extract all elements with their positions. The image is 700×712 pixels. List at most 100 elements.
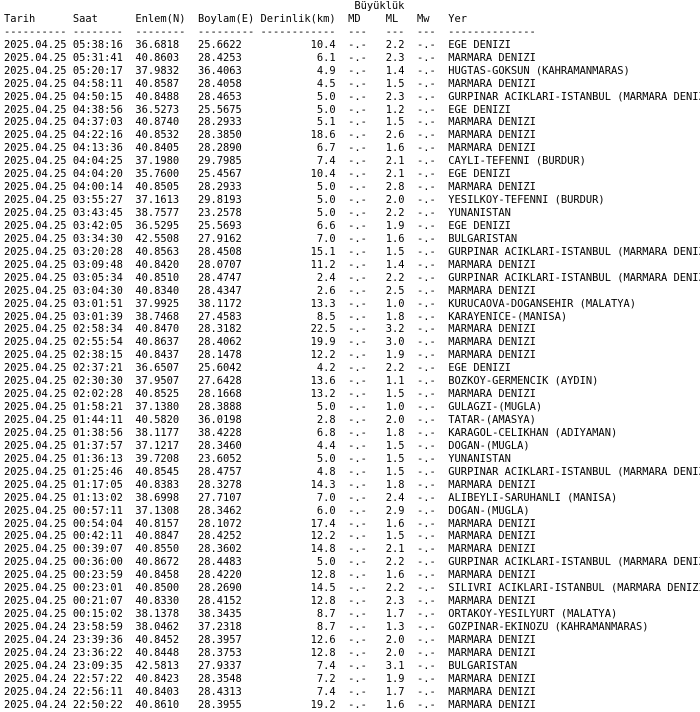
table-cell: 2025.04.25	[4, 258, 67, 271]
table-cell: 29.7985	[197, 155, 242, 168]
table-cell: 28.3957	[197, 633, 242, 646]
table-cell: MARMARA DENIZI	[448, 388, 536, 401]
table-cell: 19.9	[310, 336, 336, 349]
table-cell: 2025.04.24	[4, 672, 67, 685]
table-cell: 5.0	[316, 207, 336, 219]
table-cell: 28.4747	[197, 271, 242, 284]
table-cell: ALIBEYLI-SARUHANLI (MANISA)	[448, 491, 618, 504]
table-cell: 8.5	[316, 310, 336, 323]
table-cell: 00:23:01	[72, 582, 123, 595]
table-cell: 36.5273	[135, 103, 180, 116]
table-cell: 28.0707	[197, 258, 242, 271]
table-cell: -.-	[417, 155, 436, 168]
table-cell: 2.8	[385, 181, 405, 194]
table-cell: 10.4	[310, 38, 336, 51]
table-cell: 2025.04.25	[4, 219, 67, 232]
table-row: 2025.04.25 03:20:28 40.8563 28.4508 15.1…	[4, 246, 700, 259]
table-cell: 23.2578	[197, 207, 242, 219]
table-cell: 27.9337	[197, 659, 242, 672]
table-cell: 2.0	[385, 414, 405, 426]
table-cell: 5.0	[316, 194, 336, 207]
table-cell: 13.3	[310, 297, 336, 310]
table-cell: 7.2	[316, 672, 336, 685]
column-header: Boylam(E)	[197, 12, 255, 25]
table-cell: -.-	[348, 388, 367, 401]
table-cell: 28.1478	[197, 349, 242, 362]
table-row: 2025.04.25 01:25:46 40.8545 28.4757 4.8 …	[4, 466, 700, 479]
table-cell: 2025.04.25	[4, 465, 67, 478]
table-cell: 37.1217	[135, 439, 180, 452]
table-cell: 1.3	[385, 621, 405, 633]
table-cell: -.-	[417, 608, 436, 621]
table-row: 2025.04.25 04:58:11 40.8587 28.4058 4.5 …	[4, 78, 700, 91]
table-cell: 2025.04.25	[4, 504, 67, 517]
table-row: 2025.04.24 22:50:22 40.8610 28.3955 19.2…	[4, 699, 700, 712]
table-cell: -.-	[348, 504, 367, 517]
table-cell: 05:38:16	[72, 38, 123, 51]
table-cell: 04:00:14	[72, 181, 123, 194]
table-cell: -.-	[417, 414, 436, 426]
table-row: 2025.04.25 02:38:15 40.8437 28.1478 12.2…	[4, 349, 700, 362]
table-row: 2025.04.25 00:21:07 40.8330 28.4152 12.8…	[4, 595, 700, 608]
table-cell: 04:13:36	[72, 142, 123, 155]
table-cell: 1.9	[385, 672, 405, 685]
table-cell: -.-	[417, 297, 436, 310]
table-row: 2025.04.25 04:22:16 40.8532 28.3850 18.6…	[4, 129, 700, 142]
table-cell: 6.0	[316, 504, 336, 517]
table-cell: 1.6	[385, 569, 405, 582]
table-cell: -.-	[417, 181, 436, 194]
table-row: 2025.04.25 05:31:41 40.8603 28.4253 6.1 …	[4, 52, 700, 65]
table-cell: -.-	[348, 569, 367, 582]
table-row: 2025.04.25 00:42:11 40.8847 28.4252 12.2…	[4, 530, 700, 543]
table-cell: -.-	[348, 439, 367, 452]
table-cell: 42.5508	[135, 232, 180, 245]
table-cell: -.-	[348, 90, 367, 103]
table-row: 2025.04.25 04:13:36 40.8405 28.2890 6.7 …	[4, 142, 700, 155]
table-cell: CAYLI-TEFENNI (BURDUR)	[448, 155, 586, 168]
table-cell: 28.4062	[197, 336, 242, 349]
table-cell: 2.1	[385, 155, 405, 168]
table-cell: -.-	[417, 232, 436, 245]
table-cell: 28.3888	[197, 401, 242, 414]
table-cell: 00:15:02	[72, 608, 123, 621]
table-row: 2025.04.24 23:39:36 40.8452 28.3957 12.6…	[4, 634, 700, 647]
table-cell: 04:04:25	[72, 155, 123, 168]
table-cell: -.-	[417, 284, 436, 297]
table-cell: 00:54:04	[72, 517, 123, 530]
table-cell: 2025.04.24	[4, 633, 67, 646]
table-cell: 28.1072	[197, 517, 242, 530]
table-cell: 40.8452	[135, 633, 180, 646]
table-row: 2025.04.25 03:05:34 40.8510 28.4747 2.4 …	[4, 272, 700, 285]
table-cell: 22:57:22	[72, 672, 123, 685]
table-cell: 2025.04.25	[4, 64, 67, 77]
table-cell: 2025.04.25	[4, 401, 67, 414]
table-cell: -.-	[348, 38, 367, 51]
table-cell: 28.1668	[197, 388, 242, 401]
table-cell: 4.4	[316, 439, 336, 452]
table-cell: 28.4253	[197, 51, 242, 64]
column-header: Tarih	[4, 12, 36, 25]
table-cell: 03:01:39	[72, 310, 123, 323]
table-cell: 02:37:21	[72, 362, 123, 375]
table-cell: -.-	[417, 245, 436, 258]
table-cell: MARMARA DENIZI	[448, 142, 536, 155]
table-cell: 3.1	[385, 659, 405, 672]
table-cell: 2.2	[385, 271, 405, 284]
table-row: 2025.04.25 05:20:17 37.9832 36.4063 4.9 …	[4, 65, 700, 78]
table-cell: MARMARA DENIZI	[448, 129, 536, 142]
table-cell: 40.8847	[135, 530, 180, 543]
table-cell: 03:05:34	[72, 271, 123, 284]
table-cell: -.-	[348, 349, 367, 362]
column-header: Mw	[416, 12, 430, 25]
table-cell: MARMARA DENIZI	[448, 181, 536, 194]
table-row: 2025.04.24 22:57:22 40.8423 28.3548 7.2 …	[4, 673, 700, 686]
table-cell: 04:38:56	[72, 103, 123, 116]
table-cell: 04:04:20	[72, 168, 123, 181]
table-cell: -.-	[417, 323, 436, 336]
table-cell: 03:43:45	[72, 207, 123, 219]
table-cell: 00:39:07	[72, 543, 123, 556]
table-cell: 42.5813	[135, 659, 180, 672]
table-cell: 05:20:17	[72, 64, 123, 77]
table-cell: 10.4	[310, 168, 336, 181]
table-cell: 00:42:11	[72, 530, 123, 543]
